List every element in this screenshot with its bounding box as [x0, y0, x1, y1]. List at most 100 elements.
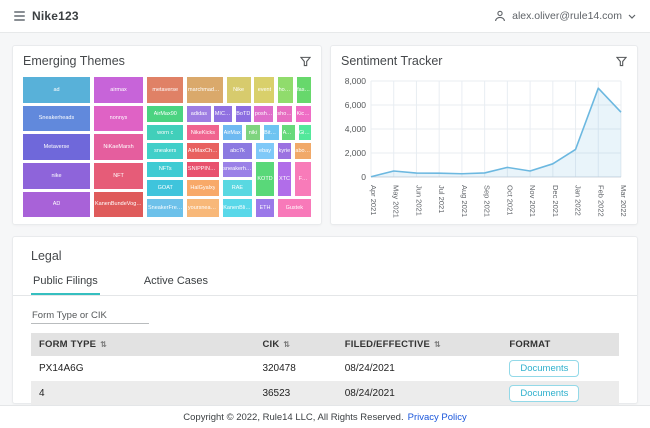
svg-text:6,000: 6,000 — [345, 100, 367, 110]
treemap-tile-label: ebay — [259, 148, 271, 154]
treemap-tile[interactable]: Sneakerheads — [22, 105, 91, 133]
treemap-tile[interactable]: GOAT — [146, 179, 184, 197]
treemap-tile[interactable]: Nike — [226, 76, 252, 104]
tab-active-cases[interactable]: Active Cases — [142, 271, 210, 295]
treemap-tile[interactable]: Metaverse — [22, 133, 91, 161]
treemap-tile[interactable]: AirMax90 — [146, 105, 184, 123]
treemap-tile[interactable]: SNIPPIN_KI_KI — [186, 161, 220, 179]
format-cell: Documents — [501, 356, 619, 381]
menu-icon[interactable] — [14, 11, 25, 21]
treemap-tile[interactable]: ETH — [255, 198, 275, 218]
treemap-tile[interactable]: ebay — [255, 142, 275, 160]
sort-icon[interactable]: ⇅ — [283, 340, 290, 349]
treemap-tile-label: AirMax — [224, 130, 241, 136]
user-menu[interactable]: alex.oliver@rule14.com — [494, 10, 636, 22]
treemap-tile[interactable]: abonart — [294, 142, 312, 160]
svg-text:2,000: 2,000 — [345, 148, 367, 158]
treemap-tile[interactable]: fashion — [296, 76, 312, 104]
treemap-tile[interactable]: ad — [22, 76, 91, 104]
column-header-cik[interactable]: CIK⇅ — [254, 333, 336, 356]
x-axis-label: Aug 2021 — [460, 185, 469, 217]
sort-icon[interactable]: ⇅ — [100, 340, 107, 349]
treemap-tile[interactable]: NiKaeMarsh — [93, 133, 145, 161]
treemap-tile[interactable]: BoTD — [235, 105, 252, 123]
treemap-tile[interactable]: poshmark — [253, 105, 274, 123]
format-cell: Documents — [501, 381, 619, 406]
documents-button[interactable]: Documents — [509, 385, 579, 402]
treemap-tile[interactable]: sneakers — [146, 142, 184, 160]
treemap-tile-label: SNIPPIN_KI_KI — [188, 166, 218, 172]
treemap-tile[interactable]: Kicks… — [295, 105, 312, 123]
emerging-themes-title: Emerging Themes — [23, 54, 125, 68]
treemap-tile[interactable]: metaverse — [146, 76, 184, 104]
treemap-tile-label: AYRAB — [283, 130, 295, 136]
treemap-tile[interactable]: abc7k — [222, 142, 254, 160]
documents-button[interactable]: Documents — [509, 360, 579, 377]
treemap-tile[interactable]: niki — [245, 124, 261, 142]
column-header-form-type[interactable]: FORM TYPE⇅ — [31, 333, 254, 356]
treemap-tile[interactable]: marchmadness — [186, 76, 224, 104]
treemap-tile-label: F… — [299, 176, 308, 182]
treemap-tile[interactable]: MICSort — [213, 105, 233, 123]
treemap-tile[interactable]: F… — [294, 161, 312, 197]
treemap-tile-label: kyrie — [279, 148, 291, 154]
treemap-tile[interactable]: nonnys — [93, 105, 145, 133]
treemap-tile[interactable]: AirMax — [222, 124, 243, 142]
treemap-tile[interactable]: airmax — [93, 76, 145, 104]
treemap-tile[interactable]: HalGyalxy — [186, 179, 220, 197]
legal-title: Legal — [13, 237, 637, 271]
treemap-tile-label: NikeKicks — [191, 130, 215, 136]
treemap-tile[interactable]: RAE — [222, 179, 254, 197]
treemap-tile-label: event — [258, 87, 271, 93]
treemap-tile[interactable]: event — [253, 76, 275, 104]
treemap-tile[interactable]: AYRAB — [281, 124, 296, 142]
filter-icon[interactable] — [616, 56, 627, 67]
treemap-tile[interactable]: adidas — [186, 105, 212, 123]
form-type-cell: PX14A6G — [31, 356, 254, 381]
treemap-tile-label: niki — [249, 130, 257, 136]
x-axis-label: May 2021 — [392, 185, 401, 218]
treemap-tile-label: KanenBlinds — [223, 205, 251, 211]
column-header-format: FORMAT — [501, 333, 619, 356]
treemap-tile[interactable]: Bitcoin — [263, 124, 280, 142]
treemap-tile-label: yoursneaker… — [188, 205, 218, 211]
treemap-tile[interactable]: Gustek — [277, 198, 312, 218]
sort-icon[interactable]: ⇅ — [434, 340, 441, 349]
x-axis-label: Oct 2021 — [505, 185, 514, 215]
table-row: PX14A6G32047808/24/2021Documents — [31, 356, 619, 381]
treemap-tile[interactable]: AirMaxChallenge — [186, 142, 220, 160]
treemap-tile[interactable]: nike — [22, 162, 91, 190]
treemap-tile-label: GOAT — [158, 185, 173, 191]
treemap-tile[interactable]: shop… — [276, 105, 293, 123]
treemap-tile[interactable]: AD — [22, 191, 91, 218]
filter-icon[interactable] — [300, 56, 311, 67]
privacy-policy-link[interactable]: Privacy Policy — [408, 412, 467, 423]
treemap-tile[interactable]: yoursneaker… — [186, 198, 220, 218]
column-header-filed-effective[interactable]: FILED/EFFECTIVE⇅ — [337, 333, 502, 356]
treemap-tile-label: abonart — [295, 148, 310, 154]
treemap-tile[interactable]: Givenchy — [298, 124, 313, 142]
treemap-tile-label: metaverse — [152, 87, 178, 93]
treemap-tile[interactable]: worn c — [146, 124, 184, 142]
treemap-tile-label: RAE — [232, 185, 243, 191]
treemap-tile-label: AirMax90 — [154, 111, 177, 117]
treemap-tile[interactable]: NFT — [93, 162, 145, 190]
sentiment-header: Sentiment Tracker — [331, 46, 637, 73]
form-type-cik-input[interactable] — [31, 308, 149, 324]
treemap-tile-label: nonnys — [110, 115, 128, 121]
treemap-tile[interactable]: KOTD — [255, 161, 275, 197]
treemap-tile[interactable]: sneakerhead — [222, 161, 254, 179]
treemap-tile[interactable]: NFTs — [146, 161, 184, 179]
treemap-tile[interactable]: SneakerFreakerTalk — [146, 198, 184, 218]
treemap-tile[interactable]: kyrie — [277, 142, 293, 160]
treemap-tile[interactable]: hoodie… — [277, 76, 294, 104]
filed-cell: 08/24/2021 — [337, 381, 502, 406]
tab-public-filings[interactable]: Public Filings — [31, 271, 100, 295]
treemap-tile[interactable]: KanenBlinds — [222, 198, 254, 218]
treemap-tile-label: sneakers — [154, 148, 176, 154]
treemap-tile[interactable]: XTC — [277, 161, 293, 197]
treemap-tile[interactable]: NikeKicks — [186, 124, 220, 142]
treemap-tile-label: Metaverse — [44, 144, 70, 150]
user-icon — [494, 10, 506, 22]
treemap-tile[interactable]: KanenBundeVogueAsn — [93, 191, 145, 218]
